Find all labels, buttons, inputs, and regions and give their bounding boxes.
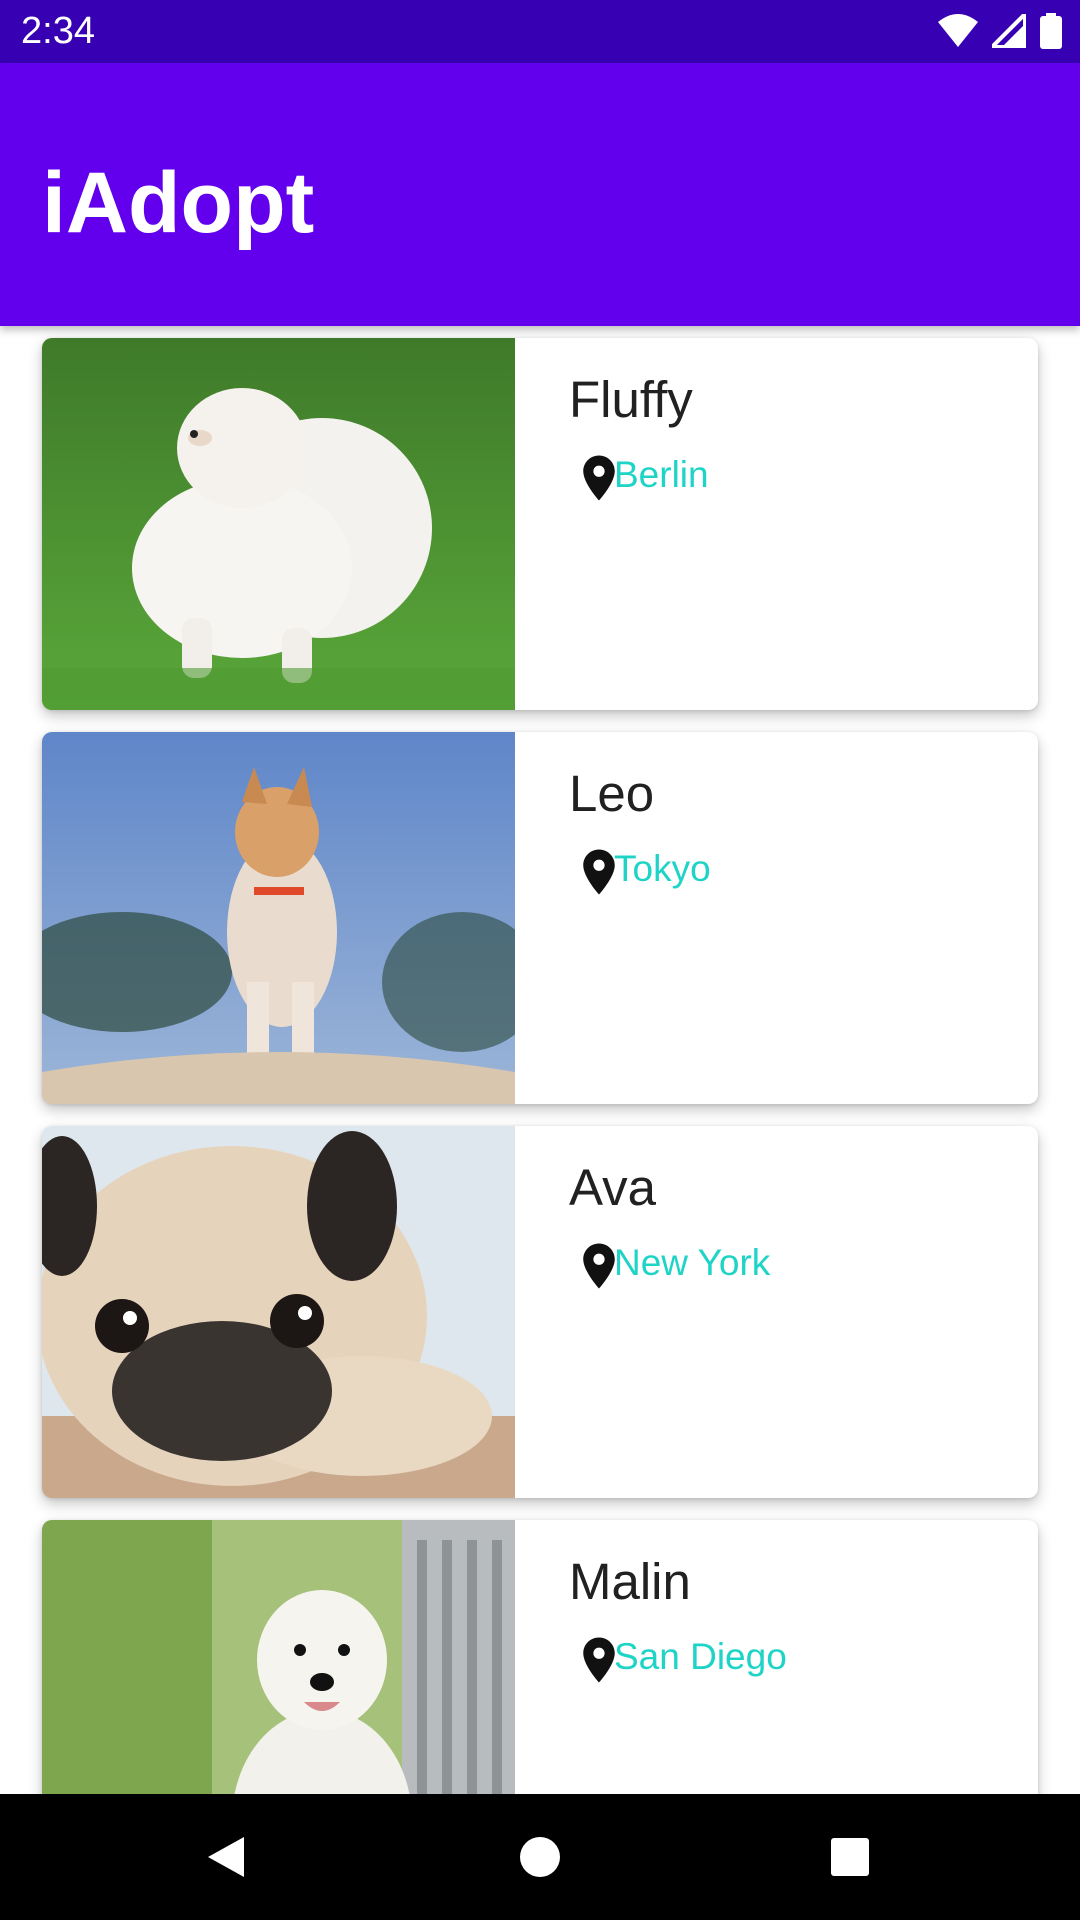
pet-card[interactable]: Fluffy Berlin (42, 338, 1038, 710)
pet-location: Tokyo (614, 848, 711, 889)
navigation-bar (0, 1794, 1080, 1920)
home-icon[interactable] (510, 1827, 570, 1887)
status-icons (938, 13, 1062, 49)
pet-photo (42, 1520, 515, 1794)
pet-location: Berlin (614, 454, 709, 495)
pet-name: Leo (569, 765, 655, 822)
recents-icon[interactable] (820, 1827, 880, 1887)
app-bar: iAdopt (0, 63, 1080, 326)
pet-photo (42, 338, 515, 710)
pet-location: San Diego (614, 1636, 787, 1677)
battery-icon (1040, 13, 1062, 49)
pet-photo (42, 732, 515, 1104)
back-icon[interactable] (196, 1827, 256, 1887)
pet-name: Ava (569, 1159, 656, 1216)
pet-name: Malin (569, 1553, 691, 1610)
pet-photo (42, 1126, 515, 1498)
pet-list[interactable]: Fluffy Berlin Leo Tokyo Ava New York Mal… (0, 326, 1080, 1794)
pet-location: New York (614, 1242, 771, 1283)
pet-name: Fluffy (569, 371, 693, 428)
status-time: 2:34 (21, 10, 95, 52)
pet-card[interactable]: Ava New York (42, 1126, 1038, 1498)
pet-card[interactable]: Malin San Diego (42, 1520, 1038, 1794)
status-bar: 2:34 (0, 0, 1080, 63)
pet-card[interactable]: Leo Tokyo (42, 732, 1038, 1104)
wifi-icon (938, 14, 978, 47)
app-title: iAdopt (42, 155, 315, 251)
signal-icon (992, 14, 1026, 48)
